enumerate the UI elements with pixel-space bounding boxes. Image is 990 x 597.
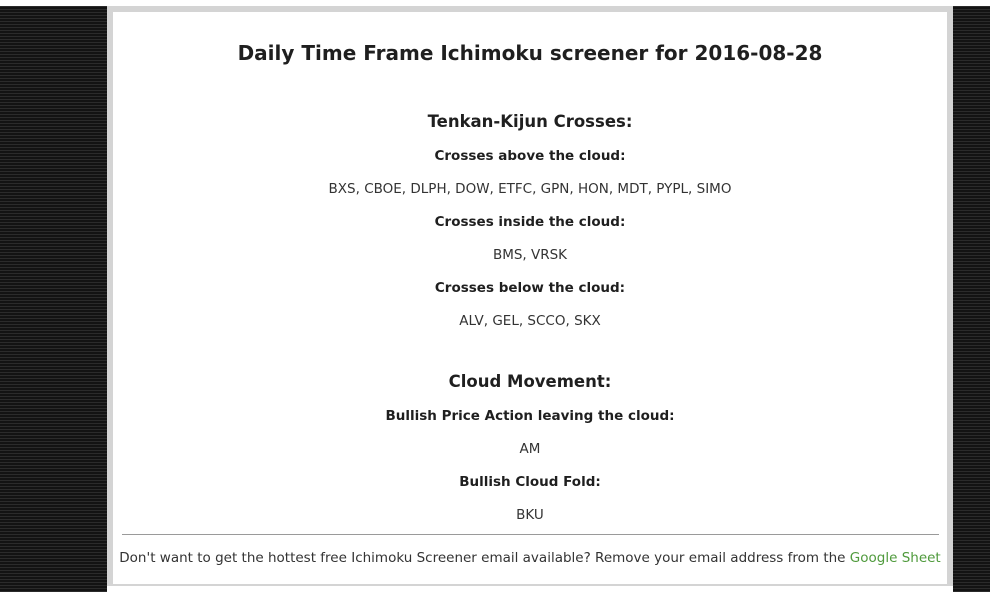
group-value-below-cloud: ALV, GEL, SCCO, SKX [459,313,601,329]
footer-text: Don't want to get the hottest free Ichim… [119,550,846,566]
group-label-above-cloud: Crosses above the cloud: [434,148,626,164]
group-value-bullish-cloud-fold: BKU [516,507,544,523]
group-value-inside-cloud: BMS, VRSK [492,247,568,263]
footer-note: Don't want to get the hottest free Ichim… [113,549,947,567]
group-label-bullish-price-action: Bullish Price Action leaving the cloud: [385,408,675,424]
left-background-panel [0,6,107,592]
google-sheet-link[interactable]: Google Sheet [850,550,941,566]
footer-divider [122,534,939,535]
group-label-below-cloud: Crosses below the cloud: [434,280,626,296]
group-label-inside-cloud: Crosses inside the cloud: [434,214,626,230]
group-value-above-cloud: BXS, CBOE, DLPH, DOW, ETFC, GPN, HON, MD… [328,181,732,197]
right-background-panel [953,6,990,592]
email-content: Daily Time Frame Ichimoku screener for 2… [113,12,947,584]
page-title: Daily Time Frame Ichimoku screener for 2… [237,41,823,65]
email-frame: Daily Time Frame Ichimoku screener for 2… [107,6,953,586]
group-label-bullish-cloud-fold: Bullish Cloud Fold: [459,474,601,490]
group-value-bullish-price-action: AM [519,441,541,457]
section-heading-tenkan-kijun: Tenkan-Kijun Crosses: [427,112,633,131]
section-heading-cloud-movement: Cloud Movement: [448,372,612,391]
